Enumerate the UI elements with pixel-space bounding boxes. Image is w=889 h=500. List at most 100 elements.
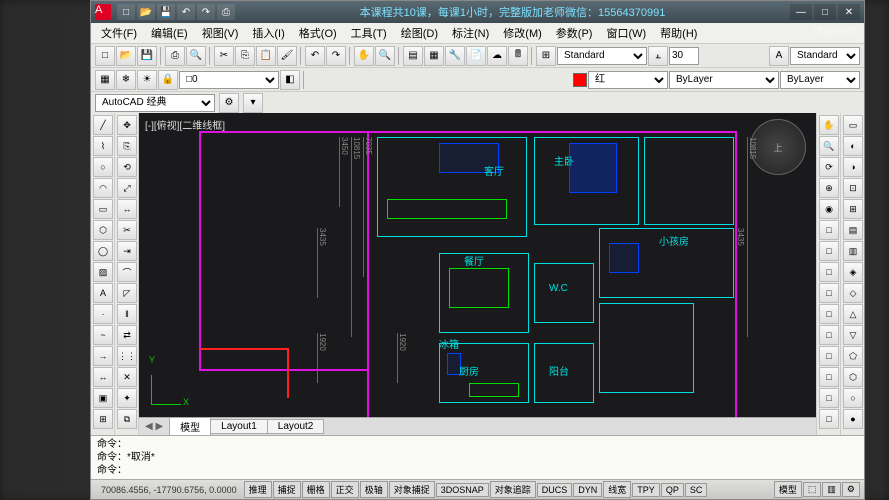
sb-polar[interactable]: 极轴 — [360, 481, 388, 498]
sb-osnap[interactable]: 对象捕捉 — [389, 481, 435, 498]
command-input[interactable] — [127, 464, 858, 477]
color-swatch[interactable] — [573, 73, 587, 87]
tb-open-icon[interactable]: 📂 — [116, 46, 136, 66]
tb-redo-icon[interactable]: ↷ — [326, 46, 346, 66]
pline-icon[interactable]: ⌇ — [93, 136, 113, 156]
dimstyle-icon[interactable]: ⊞ — [536, 46, 556, 66]
nav-b7-icon[interactable]: □ — [819, 346, 839, 366]
scale-icon[interactable]: ⤢ — [117, 178, 137, 198]
menu-format[interactable]: 格式(O) — [293, 23, 343, 43]
tb-mark-icon[interactable]: ☁ — [487, 46, 507, 66]
dim-scale-input[interactable] — [669, 47, 699, 65]
tb-save-icon[interactable]: 💾 — [137, 46, 157, 66]
hatch-icon[interactable]: ▨ — [93, 262, 113, 282]
layer-iso-icon[interactable]: ◧ — [280, 70, 300, 90]
v-b10-icon[interactable]: △ — [843, 304, 863, 324]
line-icon[interactable]: ╱ — [93, 115, 113, 135]
tb-undo-icon[interactable]: ↶ — [305, 46, 325, 66]
layer-combo[interactable]: □0 — [179, 71, 279, 89]
sb-grid[interactable]: 栅格 — [302, 481, 330, 498]
v-b7-icon[interactable]: ▥ — [843, 241, 863, 261]
qat-save-icon[interactable]: 💾 — [157, 4, 175, 20]
tb-paste-icon[interactable]: 📋 — [256, 46, 276, 66]
explode-icon[interactable]: ✦ — [117, 388, 137, 408]
mirror-icon[interactable]: ⇄ — [117, 325, 137, 345]
maximize-button[interactable]: □ — [814, 4, 836, 20]
offset-icon[interactable]: ‖ — [117, 304, 137, 324]
sb-ortho[interactable]: 正交 — [331, 481, 359, 498]
tb-copy-icon[interactable]: ⎘ — [235, 46, 255, 66]
layer-on-icon[interactable]: ☀ — [137, 70, 157, 90]
sb-gear-icon[interactable]: ⚙ — [842, 482, 860, 497]
tb-new-icon[interactable]: □ — [95, 46, 115, 66]
tab-model[interactable]: 模型 — [169, 417, 211, 436]
menu-window[interactable]: 窗口(W) — [600, 23, 652, 43]
minimize-button[interactable]: — — [790, 4, 812, 20]
dimstyle-combo[interactable]: Standard — [557, 47, 647, 65]
spline-icon[interactable]: ~ — [93, 325, 113, 345]
v-b2-icon[interactable]: ◐ — [843, 136, 863, 156]
app-logo-icon[interactable]: A — [95, 4, 111, 20]
tab-layout1[interactable]: Layout1 — [210, 419, 268, 434]
nav-b10-icon[interactable]: □ — [819, 409, 839, 429]
sb-infer[interactable]: 推理 — [244, 481, 272, 498]
v-b12-icon[interactable]: ⬠ — [843, 346, 863, 366]
coords-readout[interactable]: 70086.4556, -17790.6756, 0.0000 — [95, 485, 243, 495]
tb-pan-icon[interactable]: ✋ — [354, 46, 374, 66]
menu-insert[interactable]: 插入(I) — [246, 23, 290, 43]
tb-calc-icon[interactable]: 🖩 — [508, 46, 528, 66]
layer-freeze-icon[interactable]: ❄ — [116, 70, 136, 90]
menu-tools[interactable]: 工具(T) — [345, 23, 393, 43]
circle-icon[interactable]: ○ — [93, 157, 113, 177]
linetype-combo[interactable]: ByLayer — [669, 71, 779, 89]
extend-icon[interactable]: ⇥ — [117, 241, 137, 261]
tb-sheet-icon[interactable]: 📄 — [466, 46, 486, 66]
v-b4-icon[interactable]: ⊡ — [843, 178, 863, 198]
menu-param[interactable]: 参数(P) — [550, 23, 599, 43]
nav-b6-icon[interactable]: □ — [819, 325, 839, 345]
tb-dc-icon[interactable]: ▦ — [424, 46, 444, 66]
color-combo[interactable]: 红 — [588, 71, 668, 89]
nav-b4-icon[interactable]: □ — [819, 283, 839, 303]
zoom-icon[interactable]: 🔍 — [819, 136, 839, 156]
sb-ducs[interactable]: DUCS — [537, 483, 573, 497]
v-b9-icon[interactable]: ◇ — [843, 283, 863, 303]
polygon-icon[interactable]: ⬡ — [93, 220, 113, 240]
nav-b1-icon[interactable]: □ — [819, 220, 839, 240]
sb-otrack[interactable]: 对象追踪 — [490, 481, 536, 498]
sb-anno-icon[interactable]: ⬚ — [803, 482, 822, 497]
nav-b2-icon[interactable]: □ — [819, 241, 839, 261]
copy-icon[interactable]: ⎘ — [117, 136, 137, 156]
v-b6-icon[interactable]: ▤ — [843, 220, 863, 240]
qat-new-icon[interactable]: □ — [117, 4, 135, 20]
sb-snap[interactable]: 捕捉 — [273, 481, 301, 498]
orbit-icon[interactable]: ⟳ — [819, 157, 839, 177]
stretch-icon[interactable]: ↔ — [117, 199, 137, 219]
v-b15-icon[interactable]: ● — [843, 409, 863, 429]
sb-sc[interactable]: SC — [685, 483, 708, 497]
nav-b9-icon[interactable]: □ — [819, 388, 839, 408]
rect-icon[interactable]: ▭ — [93, 199, 113, 219]
v-b13-icon[interactable]: ⬡ — [843, 367, 863, 387]
qat-redo-icon[interactable]: ↷ — [197, 4, 215, 20]
ellipse-icon[interactable]: ◯ — [93, 241, 113, 261]
drawing-canvas[interactable]: [-][俯视][二维线框] 上 — [139, 113, 816, 417]
nav-b5-icon[interactable]: □ — [819, 304, 839, 324]
pan-icon[interactable]: ✋ — [819, 115, 839, 135]
tb-cut-icon[interactable]: ✂ — [214, 46, 234, 66]
tb-match-icon[interactable]: 🖌 — [277, 46, 297, 66]
menu-file[interactable]: 文件(F) — [95, 23, 143, 43]
textstyle-icon[interactable]: A — [769, 46, 789, 66]
nav-b8-icon[interactable]: □ — [819, 367, 839, 387]
workspace-gear-icon[interactable]: ⚙ — [219, 93, 239, 113]
tb-print-icon[interactable]: ⎙ — [165, 46, 185, 66]
sb-tpy[interactable]: TPY — [632, 483, 660, 497]
dim-tool-icon[interactable]: ⫠ — [648, 46, 668, 66]
command-window[interactable]: 命令： 命令：*取消* 命令： — [91, 435, 864, 479]
point-icon[interactable]: · — [93, 304, 113, 324]
qat-print-icon[interactable]: ⎙ — [217, 4, 235, 20]
tb-props-icon[interactable]: ▤ — [403, 46, 423, 66]
menu-edit[interactable]: 编辑(E) — [145, 23, 194, 43]
v-b8-icon[interactable]: ◈ — [843, 262, 863, 282]
layer-props-icon[interactable]: ▦ — [95, 70, 115, 90]
